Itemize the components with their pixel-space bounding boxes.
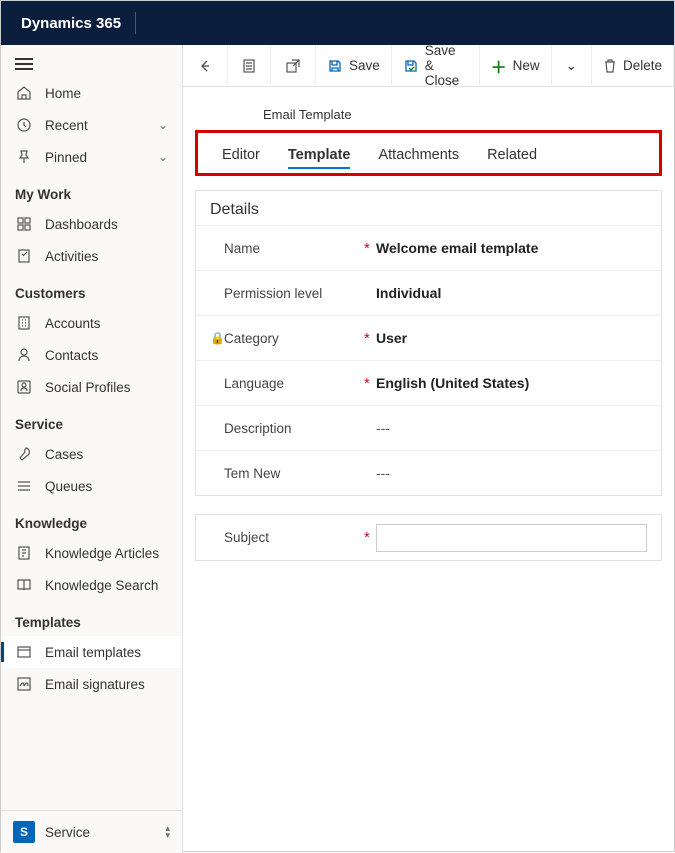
sidebar-item-recent[interactable]: Recent ⌄	[1, 109, 182, 141]
hamburger-icon[interactable]	[15, 57, 33, 71]
area-name: Service	[45, 825, 165, 840]
popout-icon	[285, 58, 301, 74]
new-button[interactable]: ＋ New	[480, 45, 552, 87]
sidebar-item-karticles[interactable]: Knowledge Articles	[1, 537, 182, 569]
clock-icon	[15, 116, 33, 134]
queue-icon	[15, 477, 33, 495]
chevron-down-icon: ⌄	[158, 150, 168, 164]
plus-icon: ＋	[491, 54, 507, 78]
updown-icon: ▴▾	[165, 825, 170, 839]
section-service: Service	[1, 403, 182, 438]
sidebar-item-accounts[interactable]: Accounts	[1, 307, 182, 339]
back-arrow-icon	[197, 58, 213, 74]
save-close-button[interactable]: Save & Close	[392, 45, 480, 87]
home-icon	[15, 84, 33, 102]
person-icon	[15, 346, 33, 364]
delete-button[interactable]: Delete	[592, 45, 674, 87]
field-language[interactable]: Language * English (United States)	[196, 360, 661, 405]
sidebar-item-social[interactable]: Social Profiles	[1, 371, 182, 403]
profile-icon	[15, 378, 33, 396]
section-knowledge: Knowledge	[1, 502, 182, 537]
field-temnew[interactable]: Tem New ---	[196, 450, 661, 495]
details-card: Details Name * Welcome email template Pe…	[195, 190, 662, 496]
tabs-highlight: Editor Template Attachments Related	[195, 130, 662, 176]
popout-button[interactable]	[271, 45, 316, 87]
open-record-set-button[interactable]	[228, 45, 271, 87]
form-tabs: Editor Template Attachments Related	[198, 137, 659, 173]
section-mywork: My Work	[1, 173, 182, 208]
field-category[interactable]: 🔒 Category * User	[196, 315, 661, 360]
pin-icon	[15, 148, 33, 166]
section-templates: Templates	[1, 601, 182, 636]
top-bar: Dynamics 365	[1, 1, 674, 45]
sidebar-item-emailtemplates[interactable]: Email templates	[1, 636, 182, 668]
sidebar-item-activities[interactable]: Activities	[1, 240, 182, 272]
save-close-icon	[403, 58, 419, 74]
field-subject[interactable]: Subject *	[196, 515, 661, 560]
wrench-icon	[15, 445, 33, 463]
building-icon	[15, 314, 33, 332]
divider	[135, 12, 136, 34]
app-title: Dynamics 365	[21, 15, 121, 32]
list-icon	[242, 58, 256, 74]
new-dropdown[interactable]: ⌄	[552, 45, 592, 87]
book-icon	[15, 576, 33, 594]
details-title: Details	[196, 191, 661, 225]
section-customers: Customers	[1, 272, 182, 307]
chevron-down-icon: ⌄	[566, 58, 577, 74]
tab-template[interactable]: Template	[274, 137, 365, 173]
sidebar-item-queues[interactable]: Queues	[1, 470, 182, 502]
back-button[interactable]	[183, 45, 228, 87]
form-area: Email Template Editor Template Attachmen…	[183, 87, 674, 853]
sidebar-item-emailsignatures[interactable]: Email signatures	[1, 668, 182, 700]
sidebar-item-ksearch[interactable]: Knowledge Search	[1, 569, 182, 601]
area-badge: S	[13, 821, 35, 843]
save-button[interactable]: Save	[316, 45, 392, 87]
sidebar-item-pinned[interactable]: Pinned ⌄	[1, 141, 182, 173]
sidebar-item-home[interactable]: Home	[1, 77, 182, 109]
tab-editor[interactable]: Editor	[208, 137, 274, 173]
subject-input[interactable]	[376, 524, 647, 552]
sidebar-item-contacts[interactable]: Contacts	[1, 339, 182, 371]
nav: Home Recent ⌄ Pinned ⌄ My Work Dashboard…	[1, 77, 182, 810]
signature-icon	[15, 675, 33, 693]
dashboard-icon	[15, 215, 33, 233]
lock-icon: 🔒	[210, 331, 224, 345]
entity-label: Email Template	[263, 107, 674, 122]
field-description[interactable]: Description ---	[196, 405, 661, 450]
save-icon	[327, 58, 343, 74]
template-icon	[15, 643, 33, 661]
chevron-down-icon: ⌄	[158, 118, 168, 132]
article-icon	[15, 544, 33, 562]
field-name[interactable]: Name * Welcome email template	[196, 225, 661, 270]
sidebar-item-dashboards[interactable]: Dashboards	[1, 208, 182, 240]
trash-icon	[603, 58, 617, 74]
subject-card: Subject *	[195, 514, 662, 561]
tab-related[interactable]: Related	[473, 137, 551, 173]
area-switcher[interactable]: S Service ▴▾	[1, 810, 182, 853]
field-permission[interactable]: Permission level Individual	[196, 270, 661, 315]
content: Save Save & Close ＋ New ⌄ Delete Email T…	[183, 45, 674, 853]
clipboard-icon	[15, 247, 33, 265]
sidebar-item-cases[interactable]: Cases	[1, 438, 182, 470]
tab-attachments[interactable]: Attachments	[364, 137, 473, 173]
sidebar: Home Recent ⌄ Pinned ⌄ My Work Dashboard…	[1, 45, 183, 853]
command-bar: Save Save & Close ＋ New ⌄ Delete	[183, 45, 674, 87]
